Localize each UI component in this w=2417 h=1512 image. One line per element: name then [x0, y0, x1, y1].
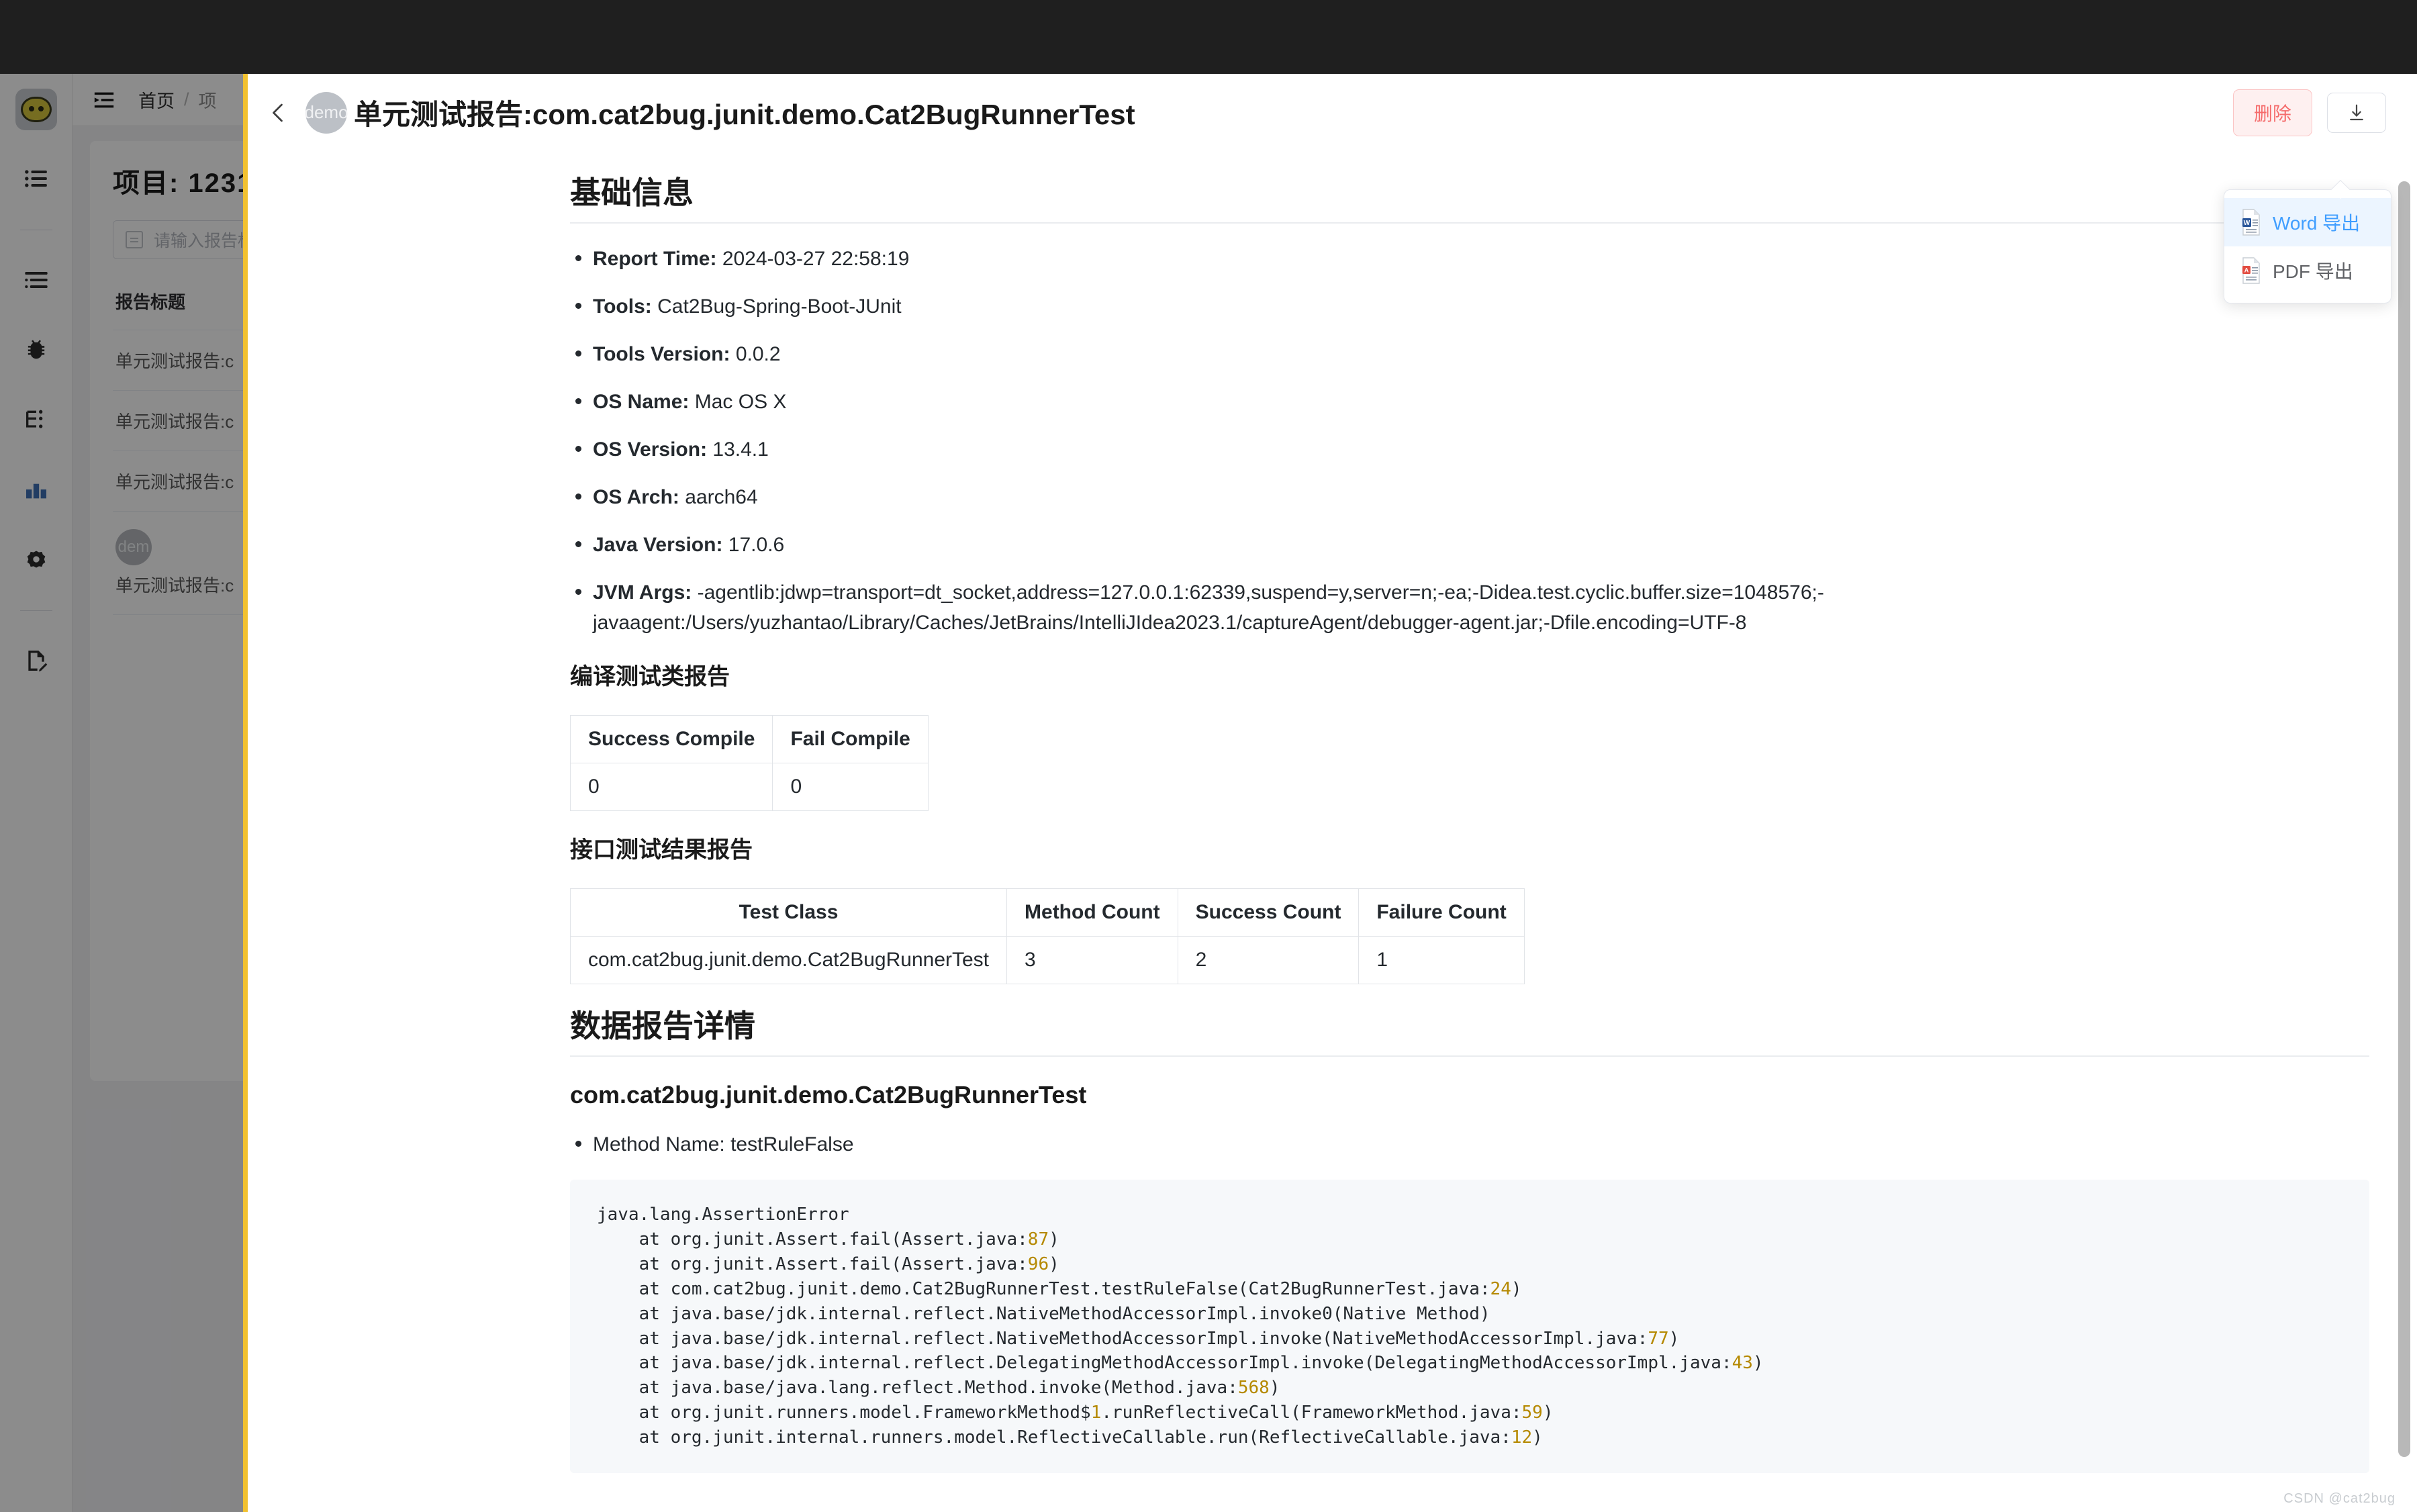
detail-class-name: com.cat2bug.junit.demo.Cat2BugRunnerTest [570, 1081, 1087, 1108]
word-file-icon: W [2242, 209, 2260, 236]
section-heading-compile: 编译测试类报告 [570, 664, 730, 690]
section-heading-basic: 基础信息 [570, 169, 2369, 224]
method-name-line: Method Name: testRuleFalse [593, 1133, 854, 1155]
table-header-cell: Fail Compile [772, 715, 929, 763]
list-item: JVM Args: -agentlib:jdwp=transport=dt_so… [570, 577, 2369, 638]
info-value: Mac OS X [694, 391, 787, 413]
download-export-button[interactable] [2327, 92, 2386, 133]
download-icon [2350, 104, 2363, 120]
drawer-scrollbar[interactable] [2398, 181, 2410, 1457]
list-item: OS Name: Mac OS X [570, 387, 2369, 417]
stacktrace-code-block: java.lang.AssertionError at org.junit.As… [570, 1180, 2369, 1474]
table-header-cell: Success Count [1177, 888, 1360, 937]
section-heading-detail: 数据报告详情 [570, 1002, 2369, 1057]
avatar: demo [304, 91, 348, 134]
export-menu-item-pdf[interactable]: A PDF 导出 [2224, 246, 2391, 295]
export-menu-item-word[interactable]: W Word 导出 [2224, 198, 2391, 246]
info-key: Tools: [593, 295, 652, 318]
svg-text:A: A [2244, 267, 2249, 274]
drawer-actions: 删除 [2232, 89, 2386, 136]
table-header-row: Success Compile Fail Compile [569, 715, 929, 763]
table-row: 0 0 [569, 763, 929, 811]
chevron-left-icon[interactable] [267, 101, 291, 125]
table-header-cell: Method Count [1006, 888, 1178, 937]
info-key: OS Arch: [593, 486, 679, 508]
table-row: com.cat2bug.junit.demo.Cat2BugRunnerTest… [569, 936, 1525, 984]
info-value: 0.0.2 [735, 343, 781, 365]
top-black-bar [0, 0, 2417, 74]
table-header-cell: Test Class [569, 888, 1008, 937]
list-item: Tools: Cat2Bug-Spring-Boot-JUnit [570, 291, 2369, 322]
svg-text:W: W [2244, 220, 2250, 227]
compile-report-table: Success Compile Fail Compile 0 0 [569, 715, 929, 811]
page-title: 单元测试报告:com.cat2bug.junit.demo.Cat2BugRun… [354, 99, 1135, 130]
drawer-body: 基础信息 Report Time: 2024-03-27 22:58:19 To… [248, 151, 2394, 1512]
table-header-cell: Success Compile [569, 715, 773, 763]
report-detail-drawer: demo 单元测试报告:com.cat2bug.junit.demo.Cat2B… [243, 74, 2417, 1512]
info-key: Java Version: [593, 534, 723, 556]
info-key: Tools Version: [593, 343, 730, 365]
list-item: OS Arch: aarch64 [570, 482, 2369, 512]
info-value: 13.4.1 [712, 438, 769, 461]
list-item: Java Version: 17.0.6 [570, 530, 2369, 560]
watermark: CSDN @cat2bug [2283, 1491, 2396, 1506]
pdf-file-icon: A [2242, 257, 2260, 284]
table-cell: 1 [1358, 936, 1525, 984]
list-item: Method Name: testRuleFalse [570, 1129, 2369, 1160]
list-item: Tools Version: 0.0.2 [570, 339, 2369, 369]
delete-button[interactable]: 删除 [2232, 89, 2312, 136]
report-document: 基础信息 Report Time: 2024-03-27 22:58:19 To… [288, 169, 2369, 1474]
interface-report-table: Test Class Method Count Success Count Fa… [569, 888, 1525, 984]
info-key: JVM Args: [593, 581, 692, 604]
table-cell: 0 [569, 763, 773, 811]
export-dropdown-menu: W Word 导出 A PDF 导出 [2224, 179, 2391, 303]
info-value: Cat2Bug-Spring-Boot-JUnit [657, 295, 902, 318]
table-cell: com.cat2bug.junit.demo.Cat2BugRunnerTest [569, 936, 1008, 984]
info-value: aarch64 [685, 486, 758, 508]
drawer-accent-bar [243, 74, 248, 1512]
table-cell: 0 [772, 763, 929, 811]
info-value: -agentlib:jdwp=transport=dt_socket,addre… [593, 581, 1824, 634]
detail-method-list: Method Name: testRuleFalse [570, 1129, 2369, 1160]
basic-info-list: Report Time: 2024-03-27 22:58:19 Tools: … [570, 244, 2369, 638]
export-menu-item-label: PDF 导出 [2273, 261, 2353, 282]
section-heading-interface: 接口测试结果报告 [570, 837, 753, 863]
list-item: Report Time: 2024-03-27 22:58:19 [570, 244, 2369, 274]
app-root: 首页 / 项 项目: 12312 请输入报告标 报告标题 单元测试报告:c 单元… [0, 0, 2417, 1512]
drawer-header: demo 单元测试报告:com.cat2bug.junit.demo.Cat2B… [248, 74, 2417, 151]
info-value: 2024-03-27 22:58:19 [722, 248, 910, 270]
info-key: OS Version: [593, 438, 708, 461]
table-cell: 3 [1006, 936, 1178, 984]
table-header-row: Test Class Method Count Success Count Fa… [569, 888, 1525, 937]
info-key: OS Name: [593, 391, 690, 413]
export-menu-item-label: Word 导出 [2273, 213, 2361, 234]
table-cell: 2 [1177, 936, 1360, 984]
info-value: 17.0.6 [728, 534, 785, 556]
info-key: Report Time: [593, 248, 717, 270]
table-header-cell: Failure Count [1358, 888, 1525, 937]
list-item: OS Version: 13.4.1 [570, 434, 2369, 465]
